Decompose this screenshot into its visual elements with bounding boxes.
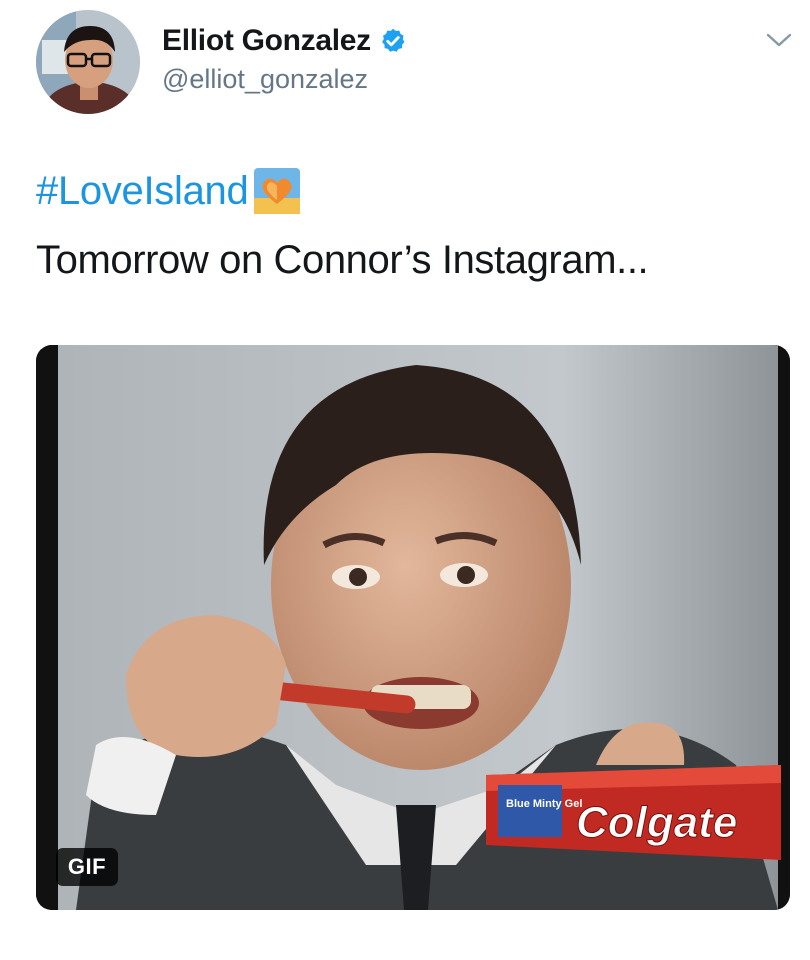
avatar[interactable] (36, 10, 140, 114)
chevron-down-icon[interactable] (764, 30, 794, 50)
author-handle[interactable]: @elliot_gonzalez (162, 64, 368, 95)
gif-media[interactable]: Blue Minty Gel Colgate (36, 345, 790, 910)
product-label: Colgate (576, 798, 737, 847)
hashtag-row: #LoveIsland (36, 168, 301, 214)
verified-badge-icon (382, 28, 405, 52)
product-sublabel: Blue Minty Gel (506, 798, 582, 810)
tweet: Elliot Gonzalez @elliot_gonzalez #LoveIs… (0, 0, 810, 960)
display-name[interactable]: Elliot Gonzalez (162, 24, 371, 58)
gif-badge: GIF (56, 848, 118, 886)
tweet-text: Tomorrow on Connor’s Instagram... (36, 238, 649, 282)
author-name-row[interactable]: Elliot Gonzalez (162, 24, 407, 58)
love-island-heart-icon (254, 168, 301, 214)
hashtag-link[interactable]: #LoveIsland (36, 169, 249, 214)
